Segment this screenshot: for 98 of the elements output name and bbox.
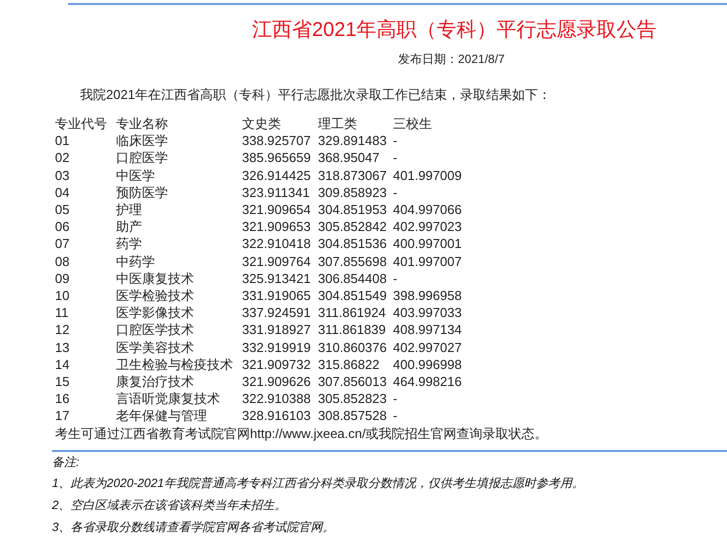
table-cell-text: 311.861839 <box>318 321 387 339</box>
table-cell-text: 护理 <box>116 201 143 218</box>
table-cell-text: 331.919065 <box>242 287 312 304</box>
publish-date: 发布日期：2021/8/7 <box>398 51 506 67</box>
table-cell-text: 403.997033 <box>393 304 463 322</box>
table-cell-text: 医学影像技术 <box>116 304 195 322</box>
table-cell-text: 17 <box>55 407 70 425</box>
table-cell-text: 预防医学 <box>116 184 169 202</box>
table-cell-text: - <box>393 270 398 288</box>
table-cell-text: 10 <box>55 287 70 304</box>
table-cell-text: 404.997066 <box>393 201 463 218</box>
table-cell-text: - <box>393 132 398 150</box>
table-cell-text: 12 <box>55 321 70 339</box>
table-cell-text: 16 <box>55 390 70 408</box>
table-cell-text: 言语听觉康复技术 <box>116 390 221 408</box>
table-cell-text: 中药学 <box>116 252 156 270</box>
table-cell-text: 临床医学 <box>116 132 169 150</box>
table-cell-text: 321.909626 <box>242 373 312 390</box>
column-header: 专业名称 <box>116 115 169 132</box>
table-cell-text: 口腔医学技术 <box>116 321 195 339</box>
table-cell-text: 306.854408 <box>318 270 388 288</box>
table-cell-text: 401.997007 <box>393 252 463 270</box>
table-cell-text: 14 <box>55 356 70 374</box>
table-cell-text: 307.856013 <box>318 373 388 390</box>
table-cell-text: - <box>393 407 398 425</box>
note-text: 3、各省录取分数线请查看学院官网各省考试院官网。 <box>52 518 336 536</box>
table-cell-text: 老年保健与管理 <box>116 407 208 425</box>
table-cell-text: 326.914425 <box>242 166 312 184</box>
table-cell-text: 卫生检验与检疫技术 <box>116 356 234 374</box>
table-cell-text: - <box>393 149 398 167</box>
table-cell-text: 中医康复技术 <box>116 270 195 288</box>
column-header: 文史类 <box>242 115 282 132</box>
footer-text: 考生可通过江西省教育考试院官网http://www.jxeea.cn/或我院招生官网查询录取状态。 <box>55 424 549 443</box>
table-cell-text: 402.997027 <box>393 338 463 356</box>
table-cell-text: 321.909654 <box>242 201 312 218</box>
table-cell-text: 03 <box>55 166 70 184</box>
table-cell-text: - <box>393 184 398 202</box>
table-cell-text: 15 <box>55 373 70 390</box>
table-cell-text: 323.911341 <box>242 184 311 202</box>
table-cell-text: 338.925707 <box>242 132 312 150</box>
table-cell-text: 400.996998 <box>393 356 463 374</box>
note-text: 2、空白区域表示在该省该科类当年未招生。 <box>52 497 288 514</box>
table-cell-text: 304.851953 <box>318 201 388 218</box>
table-cell-text: 321.909653 <box>242 218 312 236</box>
table-cell-text: 337.924591 <box>242 304 312 322</box>
table-cell-text: 309.858923 <box>318 184 388 202</box>
intro-text: 我院2021年在江西省高职（专科）平行志愿批次录取工作已结束，录取结果如下： <box>80 86 552 104</box>
table-cell-text: 398.996958 <box>393 287 463 304</box>
page-title: 江西省2021年高职（专科）平行志愿录取公告 <box>252 18 658 43</box>
table-cell-text: 药学 <box>116 235 143 253</box>
table-cell-text: 400.997001 <box>393 235 463 253</box>
table-cell-text: 助产 <box>116 218 143 236</box>
table-cell-text: 325.913421 <box>242 270 312 288</box>
table-cell-text: 408.997134 <box>393 321 463 339</box>
table-cell-text: 13 <box>55 338 70 356</box>
table-cell-text: 401.997009 <box>393 166 463 184</box>
table-cell-text: 06 <box>55 218 70 236</box>
table-cell-text: 315.86822 <box>318 356 380 374</box>
table-cell-text: 402.997023 <box>393 218 463 236</box>
table-cell-text: 307.855698 <box>318 252 388 270</box>
table-cell-text: 康复治疗技术 <box>116 373 195 390</box>
table-cell-text: 321.909732 <box>242 356 312 374</box>
notes-heading: 备注: <box>52 454 80 471</box>
table-cell-text: 322.910388 <box>242 390 312 408</box>
table-cell-text: 322.910418 <box>242 235 312 253</box>
table-cell-text: 305.852823 <box>318 390 388 408</box>
table-cell-text: 中医学 <box>116 166 156 184</box>
table-cell-text: 口腔医学 <box>116 149 169 167</box>
table-cell-text: 310.860376 <box>318 338 388 356</box>
table-cell-text: 02 <box>55 149 70 167</box>
table-cell-text: 01 <box>55 132 70 150</box>
table-cell-text: 08 <box>55 252 70 270</box>
table-cell-text: 385.965659 <box>242 149 312 167</box>
table-cell-text: 329.891483 <box>318 132 388 150</box>
table-cell-text: 331.918927 <box>242 321 312 339</box>
table-cell-text: 321.909764 <box>242 252 312 270</box>
table-cell-text: 304.851536 <box>318 235 388 253</box>
table-cell-text: 医学检验技术 <box>116 287 195 304</box>
note-text: 1、此表为2020-2021年我院普通高考专科江西省分科类录取分数情况，仅供考生填报志愿时参考用。 <box>52 475 586 492</box>
table-cell-text: 318.873067 <box>318 166 388 184</box>
table-cell-text: 04 <box>55 184 70 202</box>
column-header: 专业代号 <box>55 115 108 132</box>
table-cell-text: 332.919919 <box>242 338 312 356</box>
column-header: 三校生 <box>393 115 433 132</box>
table-cell-text: 305.852842 <box>318 218 388 236</box>
table-cell-text: 328.916103 <box>242 407 312 425</box>
table-cell-text: 11 <box>55 304 70 322</box>
table-cell-text: - <box>393 390 398 408</box>
column-header: 理工类 <box>318 115 358 132</box>
table-cell-text: 311.861924 <box>318 304 387 322</box>
table-cell-text: 05 <box>55 201 70 218</box>
table-cell-text: 09 <box>55 270 70 288</box>
table-cell-text: 464.998216 <box>393 373 463 390</box>
table-cell-text: 07 <box>55 235 70 253</box>
table-cell-text: 医学美容技术 <box>116 338 195 356</box>
table-cell-text: 308.857528 <box>318 407 388 425</box>
table-cell-text: 368.95047 <box>318 149 380 167</box>
table-cell-text: 304.851549 <box>318 287 388 304</box>
